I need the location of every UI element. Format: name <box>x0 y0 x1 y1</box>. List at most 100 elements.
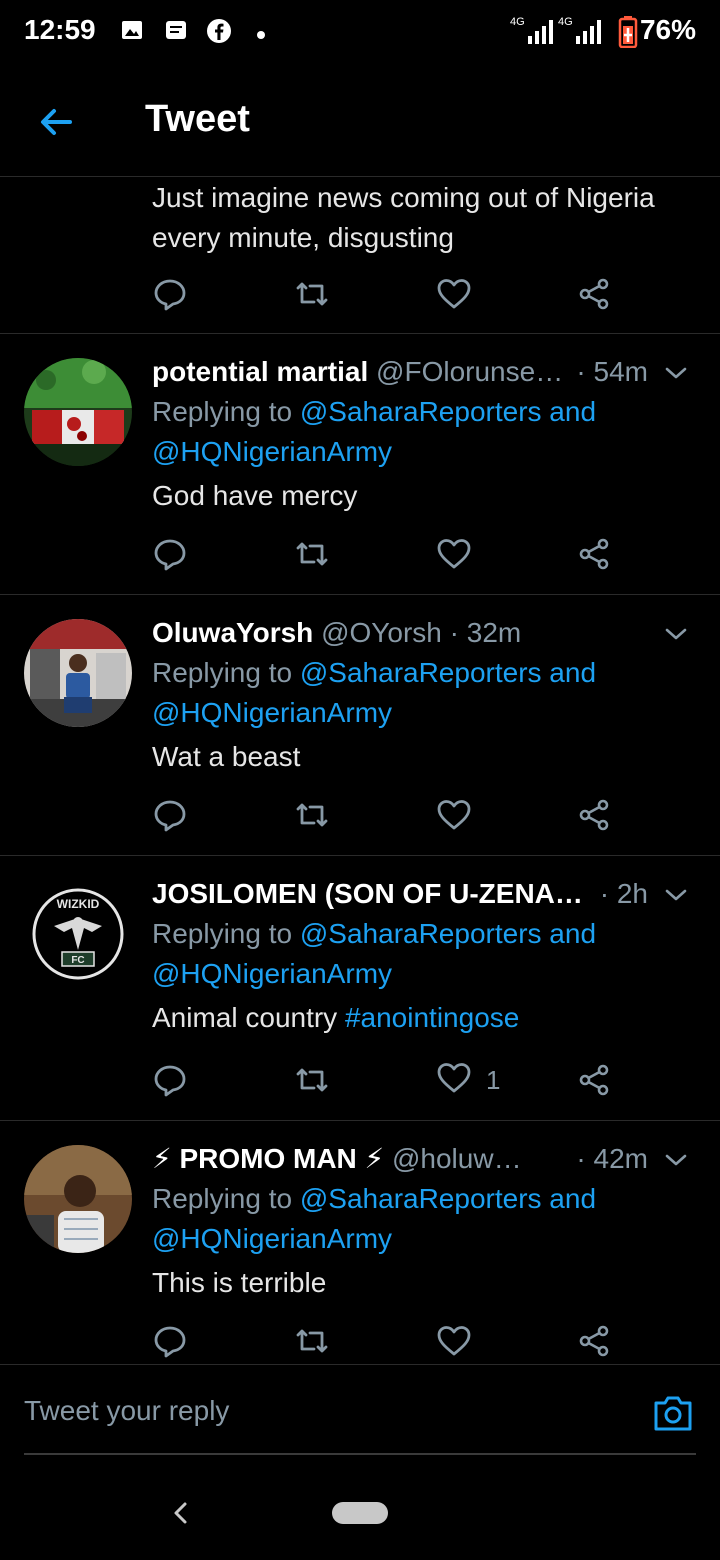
time-separator: · <box>599 878 610 909</box>
tweet-actions <box>152 274 622 314</box>
chevron-down-icon[interactable] <box>662 358 690 398</box>
tweet-meta: OluwaYorsh @OYorsh · 32m <box>152 613 690 653</box>
avatar[interactable] <box>24 358 132 466</box>
tweet-meta: ⚡ PROMO MAN ⚡ @holuw… · 42m <box>152 1139 690 1179</box>
author-handle[interactable]: @FOlorunse… <box>376 356 563 387</box>
share-icon[interactable] <box>576 274 612 314</box>
nav-back-icon[interactable] <box>170 1498 190 1533</box>
author-handle[interactable]: @holuw… <box>392 1143 522 1174</box>
tweet-time: 42m <box>593 1143 648 1174</box>
svg-text:4G: 4G <box>510 16 525 28</box>
share-icon[interactable] <box>576 1321 612 1361</box>
like-icon[interactable] <box>436 1060 472 1101</box>
tweet-text: This is terrible <box>152 1267 327 1298</box>
replying-prefix: Replying to <box>152 918 293 949</box>
tweet-actions <box>152 534 622 574</box>
tweet-actions: 1 <box>152 1060 622 1100</box>
tweet-meta: JOSILOMEN (SON OF U-ZENA… · 2h <box>152 874 690 914</box>
like-icon[interactable] <box>436 534 472 574</box>
chevron-down-icon[interactable] <box>662 619 690 659</box>
time-separator: · <box>576 1143 586 1174</box>
tweet-item[interactable]: WIZKID FC JOSILOMEN (SON OF U-ZENA… · 2h… <box>0 856 720 1121</box>
page-title: Tweet <box>145 98 250 140</box>
signal-4g-icon: 4G <box>558 14 604 51</box>
tweet-content: OluwaYorsh @OYorsh · 32m Replying to @Sa… <box>152 613 690 777</box>
author-name[interactable]: potential martial <box>152 356 368 387</box>
like-icon[interactable] <box>436 1321 472 1361</box>
avatar[interactable] <box>24 619 132 727</box>
back-arrow-icon[interactable] <box>36 102 76 147</box>
like-button[interactable]: 1 <box>436 1060 500 1100</box>
tweet-meta: potential martial @FOlorunse… · 54m <box>152 352 690 392</box>
replying-to: Replying to @SaharaReporters and @HQNige… <box>152 392 690 472</box>
facebook-icon <box>206 18 232 49</box>
reply-icon[interactable] <box>152 1321 188 1361</box>
tweet-item[interactable]: OluwaYorsh @OYorsh · 32m Replying to @Sa… <box>0 595 720 856</box>
hashtag-link[interactable]: #anointingose <box>345 1002 519 1033</box>
reply-feed[interactable]: Just imagine news coming out of Nigeria … <box>0 176 720 1364</box>
reply-input[interactable]: Tweet your reply <box>24 1395 229 1427</box>
tweet-content: ⚡ PROMO MAN ⚡ @holuw… · 42m Replying to … <box>152 1139 690 1303</box>
reply-composer[interactable]: Tweet your reply <box>0 1364 720 1455</box>
reply-icon[interactable] <box>152 274 188 314</box>
avatar[interactable]: WIZKID FC <box>24 880 132 988</box>
tweet-content: JOSILOMEN (SON OF U-ZENA… · 2h Replying … <box>152 874 690 1038</box>
composer-divider <box>24 1453 696 1455</box>
share-icon[interactable] <box>576 534 612 574</box>
battery-percentage: 76% <box>639 14 696 45</box>
tweet-item[interactable]: Just imagine news coming out of Nigeria … <box>0 176 720 334</box>
reply-icon[interactable] <box>152 534 188 574</box>
retweet-icon[interactable] <box>294 1321 330 1361</box>
retweet-icon[interactable] <box>294 795 330 835</box>
tweet-time: 54m <box>593 356 648 387</box>
tweet-content: potential martial @FOlorunse… · 54m Repl… <box>152 352 690 516</box>
camera-icon[interactable] <box>652 1393 694 1438</box>
tweet-content: Just imagine news coming out of Nigeria … <box>152 178 690 258</box>
time-separator: · <box>449 617 459 648</box>
replying-to: Replying to @SaharaReporters and @HQNige… <box>152 914 690 994</box>
author-name[interactable]: JOSILOMEN (SON OF U-ZENA… <box>152 878 583 909</box>
battery-icon <box>618 16 638 53</box>
app-header: Tweet <box>0 64 720 177</box>
tweet-text-body: Animal country <box>152 1002 338 1033</box>
image-icon <box>120 18 144 47</box>
tweet-text: Wat a beast <box>152 741 301 772</box>
replying-prefix: Replying to <box>152 396 293 427</box>
avatar-logo-text: WIZKID <box>57 897 100 911</box>
retweet-icon[interactable] <box>294 274 330 314</box>
retweet-icon[interactable] <box>294 534 330 574</box>
tweet-text: Animal country #anointingose <box>152 998 690 1038</box>
signal-4g-icon: 4G <box>510 14 556 51</box>
replying-prefix: Replying to <box>152 1183 293 1214</box>
tweet-item[interactable]: potential martial @FOlorunse… · 54m Repl… <box>0 334 720 595</box>
author-handle[interactable]: @OYorsh <box>321 617 442 648</box>
home-pill-button[interactable] <box>332 1502 388 1524</box>
dot-icon <box>256 27 266 45</box>
status-bar: 12:59 4G 4G 76% <box>0 0 720 64</box>
tweet-actions <box>152 1321 622 1361</box>
time-separator: · <box>576 356 586 387</box>
system-nav-bar <box>0 1470 720 1560</box>
message-icon <box>164 18 188 47</box>
tweet-time: 2h <box>616 878 648 909</box>
replying-to: Replying to @SaharaReporters and @HQNige… <box>152 653 690 733</box>
retweet-icon[interactable] <box>294 1060 330 1100</box>
avatar[interactable] <box>24 1145 132 1253</box>
share-icon[interactable] <box>576 795 612 835</box>
tweet-actions <box>152 795 622 835</box>
tweet-time: 32m <box>466 617 522 648</box>
share-icon[interactable] <box>576 1060 612 1100</box>
like-count: 1 <box>486 1064 501 1095</box>
author-name[interactable]: OluwaYorsh <box>152 617 313 648</box>
reply-icon[interactable] <box>152 795 188 835</box>
chevron-down-icon[interactable] <box>662 880 690 920</box>
tweet-item[interactable]: ⚡ PROMO MAN ⚡ @holuw… · 42m Replying to … <box>0 1121 720 1364</box>
replying-to: Replying to @SaharaReporters and @HQNige… <box>152 1179 690 1259</box>
like-icon[interactable] <box>436 274 472 314</box>
tweet-text: God have mercy <box>152 480 358 511</box>
chevron-down-icon[interactable] <box>662 1145 690 1185</box>
tweet-text: Just imagine news coming out of Nigeria … <box>152 182 655 253</box>
like-icon[interactable] <box>436 795 472 835</box>
reply-icon[interactable] <box>152 1060 188 1100</box>
author-name[interactable]: ⚡ PROMO MAN ⚡ <box>152 1143 384 1174</box>
